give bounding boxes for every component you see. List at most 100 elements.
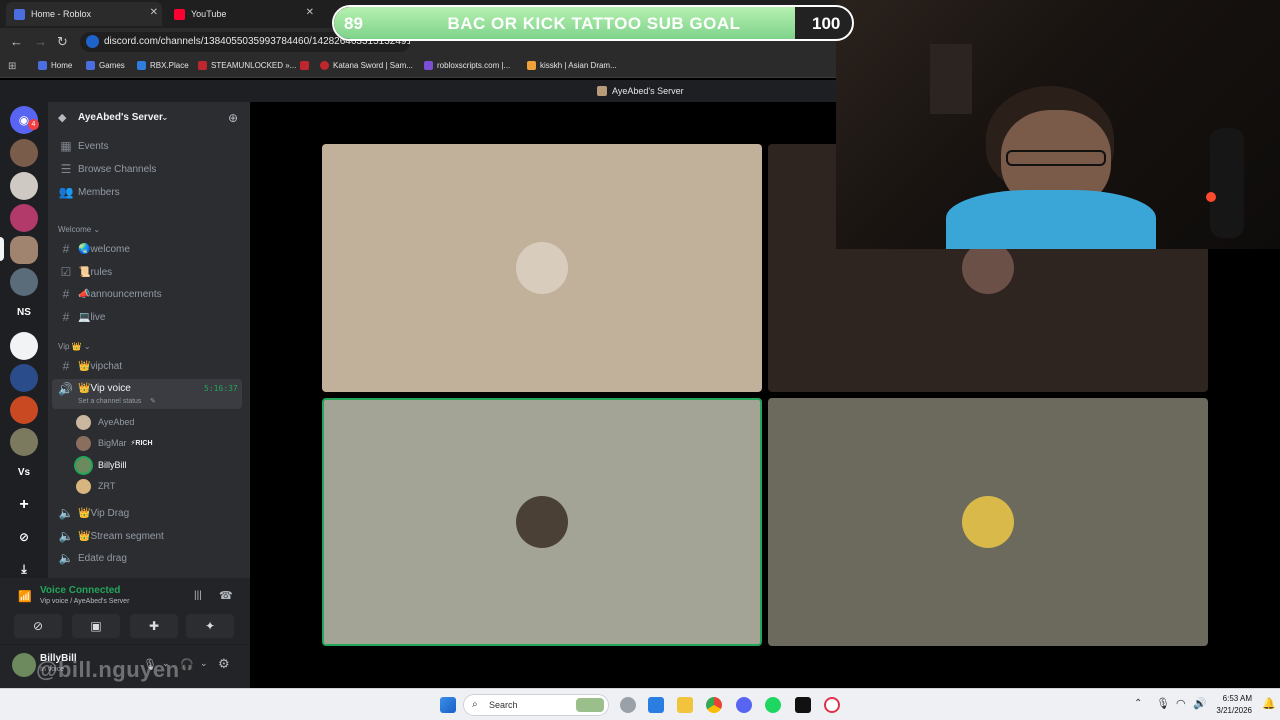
tab-youtube[interactable]: YouTube ✕ bbox=[166, 2, 318, 26]
tab-roblox[interactable]: Home - Roblox ✕ bbox=[6, 2, 162, 26]
bookmark-rbxplace[interactable]: RBX.Place bbox=[137, 61, 189, 70]
channel-rules[interactable]: ☑ 📜rules bbox=[52, 262, 242, 282]
bookmark-robloxscripts[interactable]: robloxscripts.com |... bbox=[424, 61, 510, 70]
soundboard-button[interactable]: ✦ bbox=[186, 614, 234, 638]
chevron-down-icon[interactable]: ⌄ bbox=[200, 658, 208, 669]
participant-tile-speaking[interactable] bbox=[322, 398, 762, 646]
headphones-icon[interactable]: 🎧 bbox=[180, 658, 194, 671]
bookmark-steamunlocked[interactable]: STEAMUNLOCKED »... bbox=[198, 61, 296, 70]
copilot-icon[interactable] bbox=[620, 697, 636, 713]
apps-grid-icon[interactable]: ⊞ bbox=[8, 61, 16, 72]
forward-icon[interactable]: → bbox=[34, 34, 47, 49]
participant-avatar bbox=[516, 496, 568, 548]
channel-status-text[interactable]: Set a channel status bbox=[78, 398, 141, 405]
server-name: AyeAbed's Server bbox=[78, 112, 163, 123]
ns-server-icon[interactable]: NS bbox=[10, 299, 38, 327]
start-icon[interactable] bbox=[440, 697, 456, 713]
server-icon[interactable] bbox=[10, 396, 38, 424]
voice-user-name: ZRT bbox=[98, 481, 116, 491]
server-icon[interactable] bbox=[10, 332, 38, 360]
search-icon: ⌕ bbox=[472, 699, 478, 710]
vs-server-icon[interactable]: Vs bbox=[10, 459, 38, 487]
windows-taskbar: ⌕ Search ⌃ 🎙 ◠ 🔊 6:53 AM 3/21/2026 🔔 bbox=[0, 688, 1280, 720]
spotify-icon[interactable] bbox=[765, 697, 781, 713]
opera-icon[interactable] bbox=[824, 697, 840, 713]
store-icon[interactable] bbox=[648, 697, 664, 713]
bookmark-katana[interactable]: Katana Sword | Sam... bbox=[320, 61, 413, 70]
noise-suppression-icon[interactable]: ||| bbox=[194, 590, 202, 601]
discord-icon[interactable] bbox=[736, 697, 752, 713]
category-vip[interactable]: Vip 👑 ⌄ bbox=[58, 342, 91, 351]
channel-welcome[interactable]: # 🌏welcome bbox=[52, 239, 242, 259]
bookmark-games[interactable]: Games bbox=[86, 61, 125, 70]
channel-vip-voice[interactable]: 🔊 👑Vip voice 5:16:37 Set a channel statu… bbox=[52, 379, 242, 409]
robloxscripts-icon bbox=[424, 61, 433, 70]
activities-icon: ✚ bbox=[148, 619, 160, 633]
back-icon[interactable]: ← bbox=[10, 34, 23, 49]
bookmark-label: STEAMUNLOCKED »... bbox=[211, 61, 297, 70]
taskbar-search[interactable]: ⌕ Search bbox=[463, 694, 609, 716]
sidebar-item-browse-channels[interactable]: ☰ Browse Channels bbox=[52, 159, 242, 179]
close-tab-icon[interactable]: ✕ bbox=[150, 7, 158, 18]
calendar-icon: ▦ bbox=[60, 139, 72, 153]
participant-tile[interactable] bbox=[322, 144, 762, 392]
screenshare-button[interactable]: ▣ bbox=[72, 614, 120, 638]
add-server-icon[interactable]: + bbox=[10, 491, 38, 519]
search-highlight-icon bbox=[576, 698, 604, 712]
sidebar-item-members[interactable]: 👥 Members bbox=[52, 182, 242, 202]
wifi-icon[interactable]: ◠ bbox=[1176, 697, 1186, 710]
server-header[interactable]: ◆ AyeAbed's Server ⌄ ⊕ bbox=[48, 102, 250, 136]
channel-label: 🌏welcome bbox=[78, 243, 130, 255]
gear-icon[interactable]: ⚙ bbox=[218, 656, 230, 672]
volume-icon[interactable]: 🔊 bbox=[1193, 697, 1207, 710]
voice-user[interactable]: ZRT bbox=[76, 477, 115, 495]
disconnect-icon[interactable]: ☎ bbox=[219, 589, 233, 602]
invite-icon[interactable]: ⊕ bbox=[228, 111, 238, 125]
bookmark-kisskh[interactable]: kisskh | Asian Dram... bbox=[527, 61, 617, 70]
camera-button[interactable]: ⊘ bbox=[14, 614, 62, 638]
voice-user[interactable]: AyeAbed bbox=[76, 413, 134, 431]
voice-user[interactable]: BigMar ⚡RICH bbox=[76, 434, 153, 452]
participant-tile[interactable] bbox=[768, 398, 1208, 646]
server-icon[interactable] bbox=[10, 428, 38, 456]
server-icon[interactable] bbox=[10, 204, 38, 232]
reload-icon[interactable]: ↻ bbox=[57, 34, 68, 50]
server-icon[interactable] bbox=[10, 268, 38, 296]
server-icon[interactable] bbox=[10, 364, 38, 392]
active-server-icon[interactable] bbox=[10, 236, 38, 264]
voice-user-speaking[interactable]: BillyBill bbox=[76, 456, 127, 474]
clock-time[interactable]: 6:53 AM bbox=[1222, 694, 1252, 703]
search-placeholder: Search bbox=[489, 700, 518, 710]
clock-date[interactable]: 3/21/2026 bbox=[1212, 706, 1252, 715]
connection-icon[interactable]: 📶 bbox=[18, 590, 32, 603]
channel-announcements[interactable]: # 📣announcements bbox=[52, 284, 242, 304]
site-info-icon[interactable] bbox=[86, 35, 99, 48]
avatar[interactable] bbox=[12, 653, 36, 677]
server-icon[interactable] bbox=[10, 139, 38, 167]
sidebar-item-events[interactable]: ▦ Events bbox=[52, 136, 242, 156]
channel-vip-drag[interactable]: 🔈 👑Vip Drag bbox=[52, 503, 242, 523]
tab-label: YouTube bbox=[191, 9, 227, 19]
bookmark-unnamed[interactable] bbox=[300, 61, 313, 70]
streamer-webcam bbox=[836, 0, 1280, 249]
channel-stream-segment[interactable]: 🔈 👑Stream segment bbox=[52, 526, 242, 546]
edit-icon[interactable]: ✎ bbox=[150, 397, 156, 405]
mic-icon[interactable]: 🎙 bbox=[1156, 697, 1170, 710]
close-tab-icon[interactable]: ✕ bbox=[306, 7, 314, 18]
server-icon[interactable] bbox=[10, 172, 38, 200]
activities-button[interactable]: ✚ bbox=[130, 614, 178, 638]
channel-live[interactable]: # 💻live bbox=[52, 307, 242, 327]
chevron-up-icon[interactable]: ⌃ bbox=[1134, 698, 1142, 709]
notifications-icon[interactable]: 🔔 bbox=[1262, 697, 1276, 710]
chrome-icon[interactable] bbox=[706, 697, 722, 713]
discover-icon[interactable]: ⊘ bbox=[10, 523, 38, 551]
app-icon[interactable] bbox=[795, 697, 811, 713]
file-explorer-icon[interactable] bbox=[677, 697, 693, 713]
voice-channel-path[interactable]: Vip voice / AyeAbed's Server bbox=[40, 598, 129, 605]
channel-vipchat[interactable]: # 👑vipchat bbox=[52, 356, 242, 376]
bookmark-home[interactable]: Home bbox=[38, 61, 72, 70]
voice-user-name: BillyBill bbox=[98, 460, 127, 470]
channel-edate-drag[interactable]: 🔈 Edate drag bbox=[52, 548, 242, 568]
bookmark-label: Katana Sword | Sam... bbox=[333, 61, 413, 70]
category-welcome[interactable]: Welcome ⌄ bbox=[58, 225, 100, 234]
